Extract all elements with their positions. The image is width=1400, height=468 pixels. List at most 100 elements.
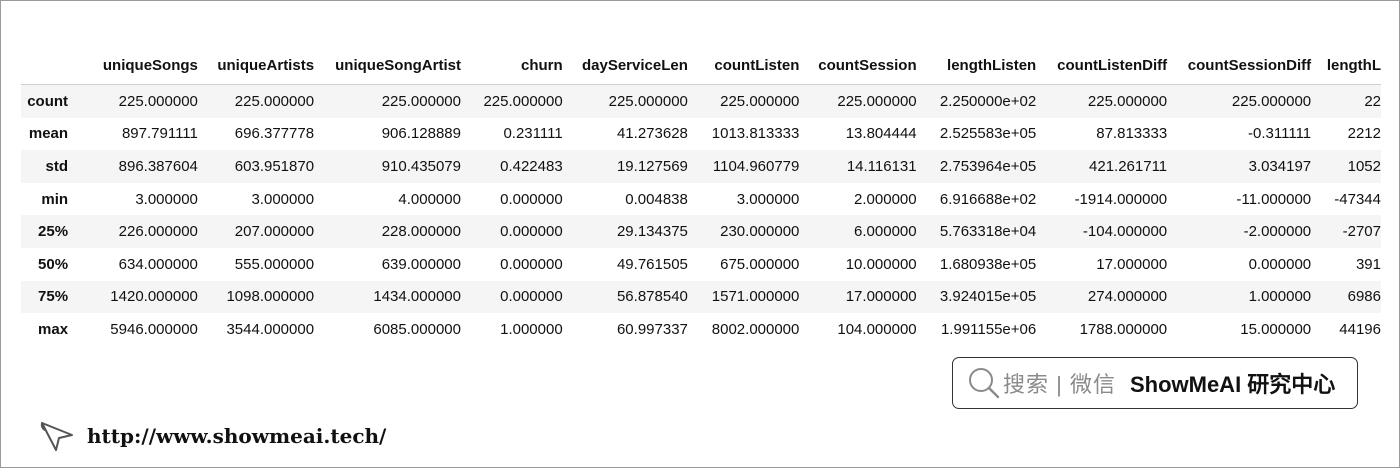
- row-label: 50%: [38, 255, 69, 273]
- table-cell: 897.791111: [121, 125, 198, 143]
- table-row: 25% 226.000000 207.000000 228.000000 0.00000…: [21, 215, 1381, 248]
- table-body: count 225.000000 225.000000 225.000000 225.0…: [21, 84, 1381, 346]
- table-cell: 10.000000: [845, 255, 917, 273]
- table-cell: 2.525583e+05: [939, 125, 1037, 143]
- table-cell: 0.000000: [500, 255, 563, 273]
- table-cell: 910.435079: [381, 157, 461, 175]
- table-cell: 44196: [1339, 320, 1381, 338]
- table-cell: 225.000000: [234, 92, 315, 110]
- column-header: lengthListen: [916, 47, 1037, 85]
- table-cell: 0.000000: [500, 190, 563, 208]
- table-cell: 56.878540: [616, 288, 688, 306]
- column-header: countListenDiff: [1036, 47, 1168, 85]
- footer: http://www.showmeai.tech/: [39, 419, 386, 453]
- table-cell: -2707: [1342, 223, 1381, 241]
- table-cell: 225.000000: [118, 92, 198, 110]
- table-cell: 3.924015e+05: [939, 288, 1037, 306]
- table-row: mean 897.791111 696.377778 906.128889 0.2311…: [21, 118, 1381, 151]
- column-header: countSession: [799, 47, 917, 85]
- table-cell: 14.116131: [846, 157, 917, 175]
- screenshot-frame: uniqueSongs uniqueArtists uniqueSongArtist…: [0, 0, 1400, 468]
- brand-name: ShowMeAI 研究中心: [1129, 372, 1336, 397]
- table-row: 50% 634.000000 555.000000 639.000000 0.00000…: [21, 248, 1381, 281]
- table-cell: 1.680938e+05: [939, 255, 1037, 273]
- table-cell: 1571.000000: [711, 288, 800, 306]
- table-cell: 225.000000: [837, 92, 917, 110]
- table-row: count 225.000000 225.000000 225.000000 225.0…: [21, 84, 1381, 118]
- table-cell: 3.034197: [1248, 157, 1312, 175]
- table-cell: 639.000000: [381, 255, 461, 273]
- row-label: mean: [28, 125, 69, 143]
- table-cell: 17.000000: [845, 288, 917, 306]
- table-cell: -47344: [1334, 190, 1381, 208]
- table-cell: 675.000000: [720, 255, 800, 273]
- table-cell: 5946.000000: [110, 320, 198, 338]
- table-cell: 6986: [1347, 288, 1381, 306]
- table-cell: 104.000000: [837, 320, 917, 338]
- table-cell: 2.250000e+02: [939, 92, 1037, 110]
- table-cell: -0.311111: [1248, 125, 1312, 143]
- table-cell: 1420.000000: [110, 288, 198, 306]
- table-cell: 1.000000: [1248, 288, 1312, 306]
- search-label: 搜索 | 微信: [1003, 372, 1116, 397]
- table-cell: 0.000000: [1248, 255, 1312, 273]
- table-cell: 1.991155e+06: [940, 320, 1037, 338]
- table-cell: 1788.000000: [1079, 320, 1168, 338]
- column-header: churn: [460, 47, 563, 85]
- table-cell: 22: [1364, 92, 1381, 110]
- column-header: uniqueSongs: [68, 47, 198, 85]
- table-cell: 1013.813333: [711, 125, 800, 143]
- table-cell: 3.000000: [135, 190, 198, 208]
- wechat-search-watermark: 搜索 | 微信 ShowMeAI 研究中心: [952, 357, 1358, 409]
- table-cell: 29.134375: [616, 223, 688, 241]
- table-cell: 896.387604: [118, 157, 198, 175]
- table-cell: 225.000000: [1087, 92, 1168, 110]
- table-cell: 226.000000: [118, 223, 198, 241]
- table-cell: 87.813333: [1096, 125, 1168, 143]
- table-cell: 3.000000: [736, 190, 800, 208]
- table-cell: 225.000000: [483, 92, 563, 110]
- table-cell: 6.000000: [854, 223, 917, 241]
- table-cell: 230.000000: [720, 223, 800, 241]
- table-cell: 1434.000000: [373, 288, 461, 306]
- table-cell: 6.916688e+02: [939, 190, 1037, 208]
- describe-table-container: uniqueSongs uniqueArtists uniqueSongArtist…: [21, 47, 1381, 347]
- table-cell: 0.231111: [503, 125, 563, 143]
- table-cell: 4.000000: [398, 190, 461, 208]
- table-cell: 3.000000: [251, 190, 315, 208]
- table-cell: 391: [1355, 255, 1381, 273]
- table-cell: 6085.000000: [373, 320, 461, 338]
- table-cell: 906.128889: [381, 125, 461, 143]
- table-cell: 1104.960779: [712, 157, 800, 175]
- index-header: [21, 47, 69, 85]
- row-label: count: [27, 92, 69, 110]
- table-row: 75% 1420.000000 1098.000000 1434.000000 0.00…: [21, 280, 1381, 314]
- table-cell: 1098.000000: [226, 288, 315, 306]
- table-cell: 225.000000: [720, 92, 800, 110]
- table-cell: 225.000000: [608, 92, 688, 110]
- row-label: std: [45, 157, 69, 175]
- table-cell: -11.000000: [1236, 190, 1312, 208]
- table-cell: 0.422483: [500, 157, 563, 175]
- table-cell: 1.000000: [500, 320, 563, 338]
- table-cell: 8002.000000: [711, 320, 800, 338]
- table-cell: 1052: [1347, 157, 1381, 175]
- row-label: 25%: [38, 223, 69, 241]
- table-cell: 0.004838: [625, 190, 688, 208]
- table-cell: -2.000000: [1243, 223, 1312, 241]
- row-label: max: [38, 320, 69, 338]
- table-cell: 2.753964e+05: [939, 157, 1037, 175]
- table-cell: 228.000000: [381, 223, 461, 241]
- table-cell: 60.997337: [616, 320, 688, 338]
- column-header: dayServiceLen: [562, 47, 688, 85]
- website-url: http://www.showmeai.tech/: [87, 424, 387, 448]
- table-row: max 5946.000000 3544.000000 6085.000000 1.00…: [21, 313, 1381, 346]
- row-label: min: [41, 190, 69, 208]
- table-cell: 421.261711: [1089, 157, 1168, 175]
- table-cell: 5.763318e+04: [939, 223, 1037, 241]
- table-cell: 15.000000: [1240, 320, 1312, 338]
- column-header: uniqueSongArtist: [314, 47, 461, 85]
- row-label: 75%: [38, 288, 69, 306]
- table-cell: -104.000000: [1082, 223, 1168, 241]
- table-header-row: uniqueSongs uniqueArtists uniqueSongArtist…: [21, 47, 1381, 85]
